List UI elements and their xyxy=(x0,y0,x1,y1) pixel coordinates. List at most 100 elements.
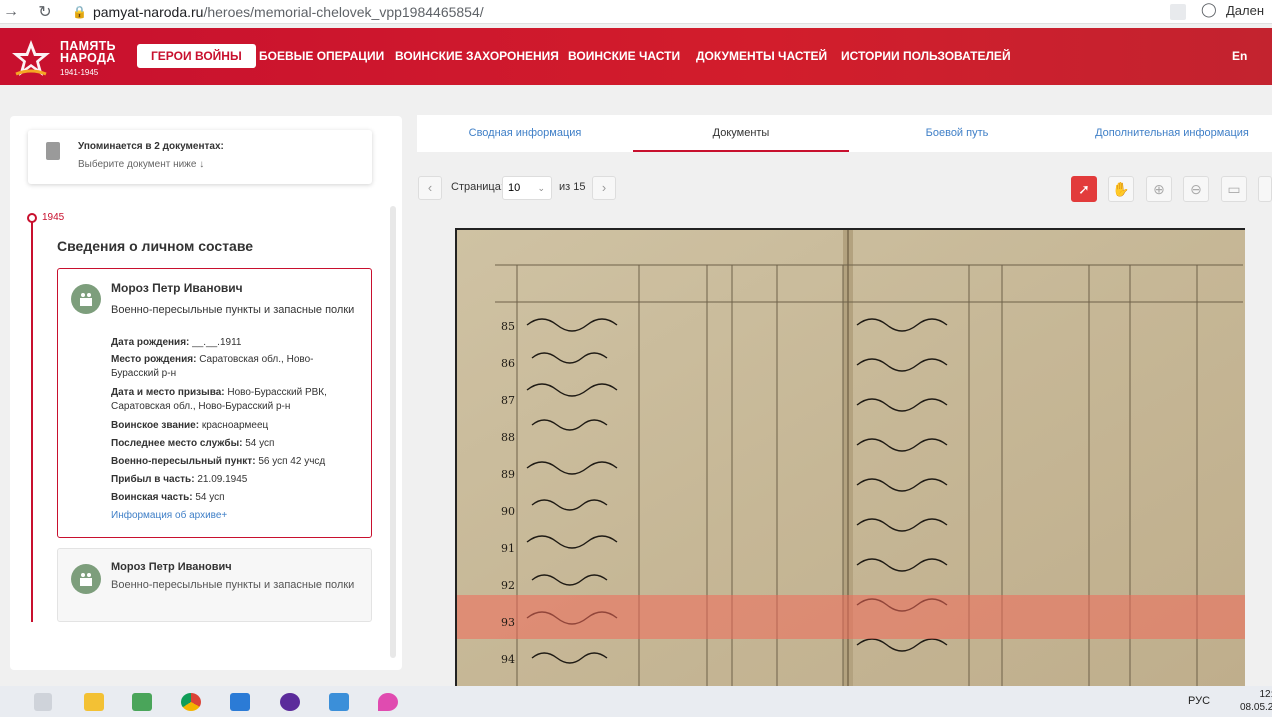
field-last-service: Последнее место службы: 54 усп xyxy=(111,437,361,451)
hand-pan-icon[interactable]: ✋ xyxy=(1108,176,1134,202)
tab-additional[interactable]: Дополнительная информация xyxy=(1067,115,1272,152)
app-icon[interactable] xyxy=(132,693,152,711)
task-view-icon[interactable] xyxy=(34,693,52,711)
mention-subtitle: Выберите документ ниже ↓ xyxy=(78,159,205,170)
star-logo-icon[interactable] xyxy=(10,38,52,78)
document-scan-image[interactable]: 85 86 87 88 89 90 91 92 93 94 xyxy=(455,228,1245,686)
page-total: из 15 xyxy=(559,181,586,193)
site-header: ПАМЯТЬ НАРОДА 1941-1945 ГЕРОИ ВОЙНЫ БОЕВ… xyxy=(0,28,1272,85)
timeline-line xyxy=(31,222,33,622)
clock-time: 12:53 xyxy=(1259,689,1272,700)
tab-documents[interactable]: Документы xyxy=(633,115,849,152)
url-path: /heroes/memorial-chelovek_vpp1984465854/ xyxy=(203,3,484,20)
photos-icon[interactable] xyxy=(329,693,349,711)
clock[interactable]: 12:53 08.05.202 xyxy=(1240,688,1272,714)
person-name: Мороз Петр Иванович xyxy=(111,281,243,295)
file-explorer-icon[interactable] xyxy=(84,693,104,711)
nav-operations[interactable]: БОЕВЫЕ ОПЕРАЦИИ xyxy=(259,44,384,68)
vscode-icon[interactable] xyxy=(230,693,250,711)
field-value: 54 усп xyxy=(195,492,225,503)
field-draft: Дата и место призыва: Ново-Бурасский РВК… xyxy=(111,386,361,414)
field-label: Место рождения: xyxy=(111,354,197,365)
chevron-down-icon: ⌄ xyxy=(537,183,545,193)
media-player-icon[interactable] xyxy=(280,693,300,711)
field-value: __.__.1911 xyxy=(192,337,242,348)
keyboard-language[interactable]: РУС xyxy=(1188,695,1210,707)
field-label: Военно-пересыльный пункт: xyxy=(111,456,256,467)
page-select-value: 10 xyxy=(508,182,521,194)
logo-line-2: НАРОДА xyxy=(60,51,116,65)
profile-icon[interactable]: ◯ xyxy=(1201,1,1217,18)
url-field[interactable]: pamyat-naroda.ru/heroes/memorial-chelove… xyxy=(93,4,484,20)
row-number: 89 xyxy=(501,468,515,481)
person-record-type: Военно-пересыльные пункты и запасные пол… xyxy=(111,304,355,316)
next-page-button[interactable]: › xyxy=(592,176,616,200)
row-number: 86 xyxy=(501,357,515,370)
lang-switch[interactable]: En xyxy=(1232,44,1247,68)
download-icon[interactable] xyxy=(1258,176,1272,202)
field-label: Воинское звание: xyxy=(111,420,200,431)
field-label: Дата рождения: xyxy=(111,337,190,348)
highlighted-row xyxy=(457,595,1245,639)
field-arrived: Прибыл в часть: 21.09.1945 xyxy=(111,473,361,487)
logo-title[interactable]: ПАМЯТЬ НАРОДА xyxy=(60,40,116,65)
section-title: Сведения о личном составе xyxy=(57,238,254,254)
zoom-in-icon[interactable]: ⊕ xyxy=(1146,176,1172,202)
field-birth-date: Дата рождения: __.__.1911 xyxy=(111,336,361,350)
nav-units[interactable]: ВОИНСКИЕ ЧАСТИ xyxy=(568,44,680,68)
field-unit: Воинская часть: 54 усп xyxy=(111,491,361,505)
field-transit-point: Военно-пересыльный пункт: 56 усп 42 учсд xyxy=(111,455,361,469)
windows-taskbar: РУС 12:53 08.05.202 xyxy=(0,686,1272,717)
field-label: Воинская часть: xyxy=(111,492,193,503)
browser-profile-label[interactable]: Дален xyxy=(1226,3,1264,18)
forward-icon[interactable]: → xyxy=(0,3,22,21)
field-label: Дата и место призыва: xyxy=(111,387,225,398)
row-number: 85 xyxy=(501,320,515,333)
row-number: 87 xyxy=(501,394,515,407)
chrome-icon[interactable] xyxy=(181,693,201,711)
archive-info-link[interactable]: Информация об архиве+ xyxy=(111,509,361,523)
clock-date: 08.05.202 xyxy=(1240,702,1272,713)
documents-icon xyxy=(46,142,60,160)
browser-address-bar: → ↻ 🔒 pamyat-naroda.ru/heroes/memorial-c… xyxy=(0,0,1272,24)
field-label: Прибыл в часть: xyxy=(111,474,195,485)
left-scrollbar[interactable] xyxy=(390,206,396,658)
person-record-type: Военно-пересыльные пункты и запасные пол… xyxy=(111,579,355,591)
mention-card: Упоминается в 2 документах: Выберите док… xyxy=(28,130,372,184)
mention-title: Упоминается в 2 документах: xyxy=(78,141,224,152)
tab-summary[interactable]: Сводная информация xyxy=(417,115,633,152)
person-icon xyxy=(80,293,92,306)
field-value: 21.09.1945 xyxy=(197,474,248,485)
page-label: Страница: xyxy=(451,181,504,193)
field-label: Последнее место службы: xyxy=(111,438,243,449)
row-number: 91 xyxy=(501,542,515,555)
reload-icon[interactable]: ↻ xyxy=(34,2,56,22)
page-select[interactable]: 10 ⌄ xyxy=(502,176,552,200)
person-name: Мороз Петр Иванович xyxy=(111,561,232,573)
fullscreen-icon[interactable]: ▭ xyxy=(1221,176,1247,202)
nav-user-stories[interactable]: ИСТОРИИ ПОЛЬЗОВАТЕЛЕЙ xyxy=(841,44,1011,68)
handwritten-register-image xyxy=(457,230,1245,686)
select-cursor-icon[interactable]: ➚ xyxy=(1071,176,1097,202)
field-value: 54 усп xyxy=(245,438,275,449)
nav-heroes[interactable]: ГЕРОИ ВОЙНЫ xyxy=(137,44,256,68)
logo-years: 1941-1945 xyxy=(60,68,99,77)
zoom-out-icon[interactable]: ⊖ xyxy=(1183,176,1209,202)
url-host: pamyat-naroda.ru xyxy=(92,3,204,20)
avatar xyxy=(71,284,101,314)
row-numbers: 85 86 87 88 89 90 91 92 93 94 xyxy=(501,308,515,678)
field-value: 56 усп 42 учсд xyxy=(258,456,326,467)
tab-combat-path[interactable]: Боевой путь xyxy=(849,115,1065,152)
row-number: 92 xyxy=(501,579,515,592)
drop-app-icon[interactable] xyxy=(378,693,398,711)
row-number: 94 xyxy=(501,653,515,666)
timeline-dot xyxy=(27,213,37,223)
timeline-year: 1945 xyxy=(42,212,65,223)
nav-burials[interactable]: ВОИНСКИЕ ЗАХОРОНЕНИЯ xyxy=(395,44,559,68)
translate-icon[interactable] xyxy=(1170,4,1186,20)
row-number: 90 xyxy=(501,505,515,518)
lock-icon[interactable]: 🔒 xyxy=(72,5,87,19)
nav-unit-documents[interactable]: ДОКУМЕНТЫ ЧАСТЕЙ xyxy=(696,44,827,68)
person-icon xyxy=(80,573,92,586)
prev-page-button[interactable]: ‹ xyxy=(418,176,442,200)
